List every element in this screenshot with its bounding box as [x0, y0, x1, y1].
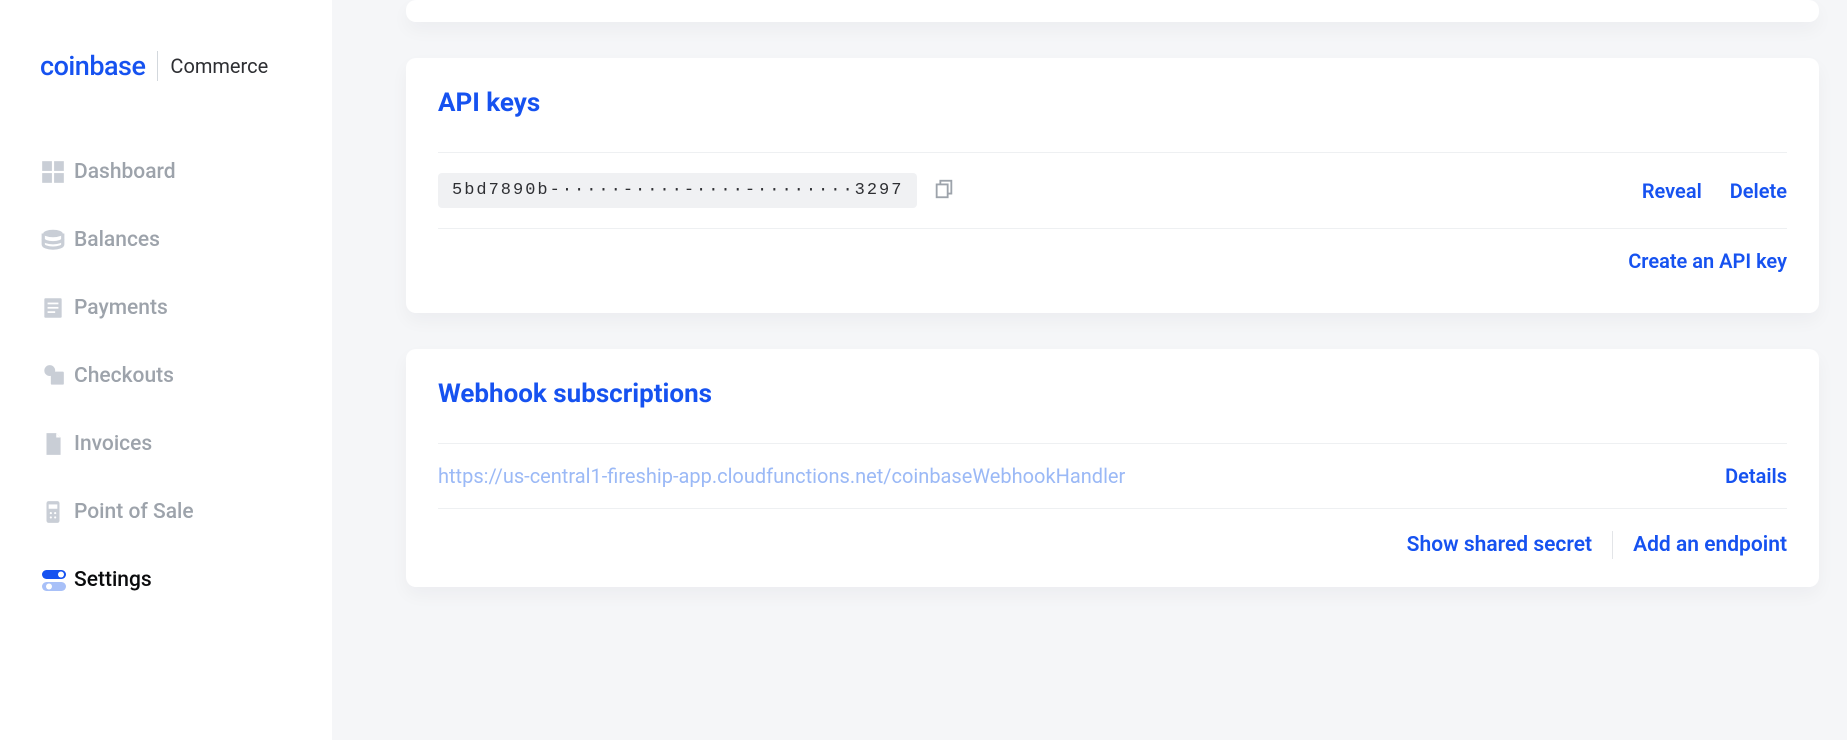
- webhooks-card: Webhook subscriptions https://us-central…: [406, 349, 1819, 587]
- sidebar: coinbase Commerce Dashboard Balances: [0, 0, 332, 740]
- sidebar-item-settings[interactable]: Settings: [0, 546, 332, 614]
- sidebar-item-label: Checkouts: [74, 364, 174, 388]
- webhook-details-button[interactable]: Details: [1725, 464, 1787, 488]
- api-key-value: 5bd7890b-·····-····-····-········3297: [438, 173, 917, 208]
- add-endpoint-button[interactable]: Add an endpoint: [1633, 533, 1787, 557]
- toggles-icon: [40, 564, 74, 596]
- reveal-button[interactable]: Reveal: [1642, 179, 1702, 203]
- main-content: API keys 5bd7890b-·····-····-····-······…: [332, 0, 1847, 740]
- sidebar-item-label: Point of Sale: [74, 500, 194, 524]
- webhooks-title: Webhook subscriptions: [438, 379, 1787, 409]
- sidebar-item-pos[interactable]: Point of Sale: [0, 478, 332, 546]
- sidebar-item-dashboard[interactable]: Dashboard: [0, 138, 332, 206]
- delete-button[interactable]: Delete: [1730, 179, 1787, 203]
- sidebar-item-balances[interactable]: Balances: [0, 206, 332, 274]
- webhooks-footer-actions: Show shared secret Add an endpoint: [438, 508, 1787, 567]
- webhook-url[interactable]: https://us-central1-fireship-app.cloudfu…: [438, 464, 1125, 488]
- sidebar-item-invoices[interactable]: Invoices: [0, 410, 332, 478]
- checkout-icon: [40, 360, 74, 392]
- card-top-cutoff: [406, 0, 1819, 22]
- dashboard-icon: [40, 156, 74, 188]
- api-keys-card: API keys 5bd7890b-·····-····-····-······…: [406, 58, 1819, 313]
- logo: coinbase Commerce: [0, 50, 332, 82]
- invoice-icon: [40, 428, 74, 460]
- sidebar-nav: Dashboard Balances Payments Checkouts: [0, 138, 332, 614]
- sidebar-item-label: Payments: [74, 296, 168, 320]
- api-keys-title: API keys: [438, 88, 1787, 118]
- sidebar-item-label: Dashboard: [74, 160, 176, 184]
- sidebar-item-checkouts[interactable]: Checkouts: [0, 342, 332, 410]
- coins-icon: [40, 224, 74, 256]
- logo-brand: coinbase: [40, 50, 145, 82]
- sidebar-item-label: Invoices: [74, 432, 152, 456]
- sidebar-item-label: Balances: [74, 228, 160, 252]
- create-api-key-row: Create an API key: [438, 228, 1787, 293]
- copy-icon[interactable]: [933, 178, 955, 204]
- sidebar-item-payments[interactable]: Payments: [0, 274, 332, 342]
- show-shared-secret-button[interactable]: Show shared secret: [1407, 533, 1592, 557]
- webhook-row: https://us-central1-fireship-app.cloudfu…: [438, 443, 1787, 508]
- logo-separator: [157, 51, 158, 81]
- api-key-actions: Reveal Delete: [1642, 179, 1787, 203]
- receipt-icon: [40, 292, 74, 324]
- create-api-key-button[interactable]: Create an API key: [1628, 249, 1787, 273]
- pos-icon: [40, 496, 74, 528]
- api-key-row: 5bd7890b-·····-····-····-········3297 Re…: [438, 152, 1787, 228]
- separator: [1612, 531, 1613, 559]
- api-key-box: 5bd7890b-·····-····-····-········3297: [438, 173, 955, 208]
- sidebar-item-label: Settings: [74, 568, 152, 592]
- logo-sub: Commerce: [170, 54, 268, 78]
